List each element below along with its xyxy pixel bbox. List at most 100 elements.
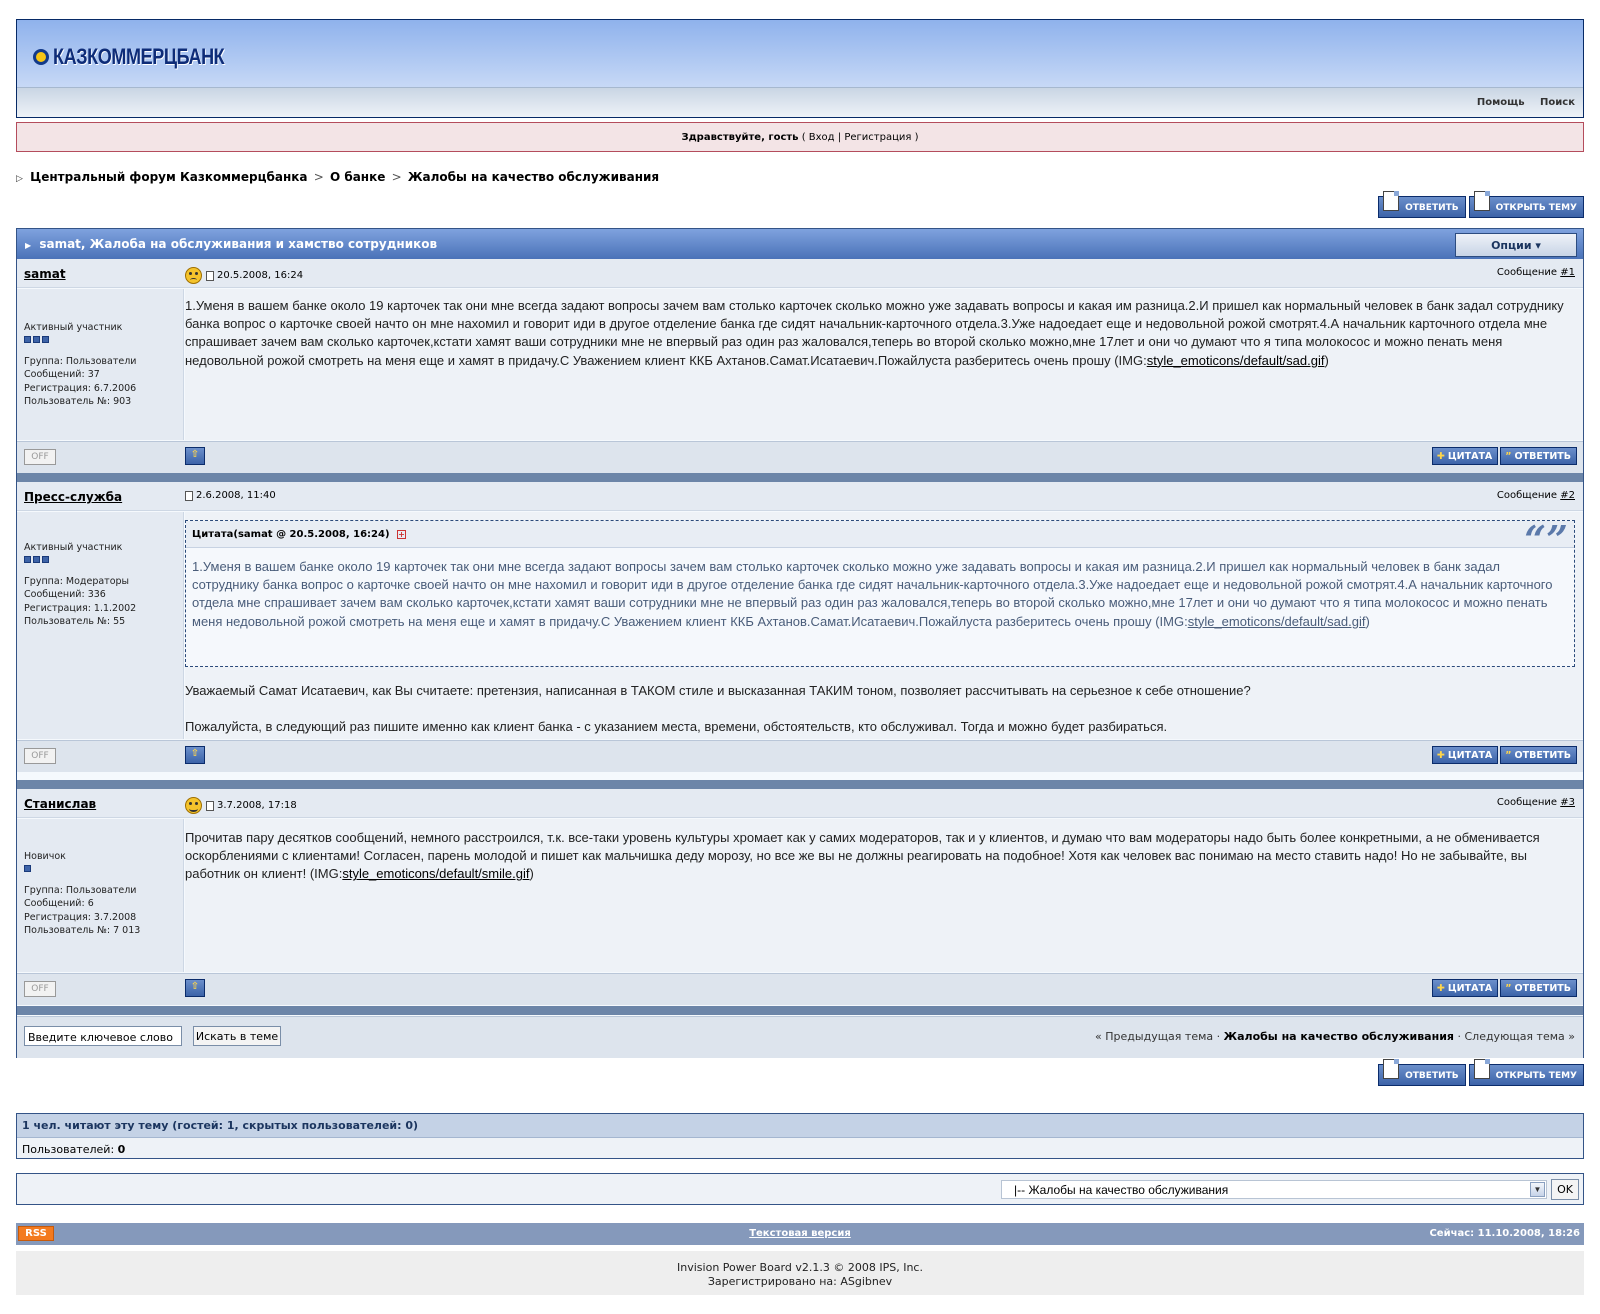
post-paragraph: Пожалуйста, в следующий раз пишите именн… — [185, 719, 1168, 735]
reply-doc-icon — [1383, 191, 1400, 211]
breadcrumb-item-forum[interactable]: Центральный форум Казкоммерцбанка — [30, 170, 307, 184]
breadcrumb-arrow-icon: ▷ — [16, 174, 23, 184]
author-rank: Активный участник — [24, 322, 123, 333]
post-text: 1.Уменя в вашем банке около 19 карточек … — [185, 298, 1564, 368]
readers-body: Пользователей: 0 — [22, 1143, 126, 1156]
copyright: Invision Power Board v2.1.3 © 2008 IPS, … — [16, 1251, 1584, 1295]
keyword-input[interactable] — [24, 1026, 182, 1046]
registered-to: Зарегистрировано на: ASgibnev — [707, 1275, 893, 1288]
reply-button[interactable]: ОТВЕТИТЬ — [1378, 191, 1466, 218]
scroll-top-icon[interactable]: ⇧ — [185, 979, 205, 997]
emoticon-link[interactable]: style_emoticons/default/sad.gif — [1147, 353, 1325, 368]
bottom-buttons: ОТВЕТИТЬ ОТКРЫТЬ ТЕМУ — [1378, 1059, 1584, 1086]
breadcrumb-item-complaints[interactable]: Жалобы на качество обслуживания — [408, 170, 659, 184]
next-topic-link[interactable]: · Следующая тема » — [1457, 1030, 1575, 1043]
copyright-line: Invision Power Board v2.1.3 © 2008 IPS, … — [677, 1261, 923, 1274]
author-registered: Регистрация: 6.7.2006 — [24, 382, 137, 394]
author-rank: Новичок — [24, 851, 66, 862]
top-buttons: ОТВЕТИТЬ ОТКРЫТЬ ТЕМУ — [1378, 191, 1584, 218]
text-version-link[interactable]: Текстовая версия — [749, 1228, 851, 1239]
post-date: 20.5.2008, 16:24 — [185, 267, 303, 284]
search-link[interactable]: Поиск — [1540, 97, 1575, 108]
author-group: Группа: Модераторы — [24, 575, 130, 587]
reply-small-button[interactable]: ” ОТВЕТИТЬ — [1500, 746, 1577, 764]
breadcrumb-item-about[interactable]: О банке — [330, 170, 385, 184]
plus-icon: ✚ — [1436, 451, 1445, 462]
author-user-no: Пользователь №: 903 — [24, 396, 132, 407]
quote-block: Цитата(samat @ 20.5.2008, 16:24) + “” 1.… — [185, 517, 1575, 667]
offline-badge: OFF — [24, 981, 56, 997]
post-header: samat 20.5.2008, 16:24 Сообщение #1 — [17, 259, 1583, 288]
quote-mark-icon: ” — [1505, 451, 1512, 462]
reply-button[interactable]: ОТВЕТИТЬ — [1378, 1059, 1466, 1086]
author-messages: Сообщений: 6 — [24, 898, 94, 909]
author-details: Активный участник Группа: Модераторы Соо… — [24, 541, 136, 629]
logo-text: КАЗКОММЕРЦБАНК — [53, 44, 225, 69]
author-details: Активный участник Группа: Пользователи С… — [24, 321, 136, 409]
prev-topic-link[interactable]: « Предыдущая тема · — [1095, 1030, 1220, 1043]
plus-icon: ✚ — [1436, 983, 1445, 994]
post-3: Станислав 3.7.2008, 17:18 Сообщение #3 Н… — [17, 789, 1583, 1016]
quote-button[interactable]: ✚ ЦИТАТА — [1431, 746, 1499, 764]
help-link[interactable]: Помощь — [1477, 97, 1525, 108]
bank-logo[interactable]: КАЗКОММЕРЦБАНК — [33, 42, 262, 72]
post-number: Сообщение #1 — [1496, 267, 1575, 278]
forum-jump: |-- Жалобы на качество обслуживания ▼ OK — [16, 1173, 1584, 1205]
header-links: Помощь Поиск — [17, 87, 1583, 117]
author-user-no: Пользователь №: 7 013 — [24, 925, 141, 936]
options-button[interactable]: Опции ▾ — [1455, 233, 1577, 257]
reply-small-button[interactable]: ” ОТВЕТИТЬ — [1500, 979, 1577, 997]
guest-greeting: Здравствуйте, гость — [681, 132, 799, 143]
register-link[interactable]: Регистрация — [844, 132, 911, 143]
site-header: КАЗКОММЕРЦБАНК Помощь Поиск — [16, 19, 1584, 118]
post-doc-icon — [206, 270, 214, 281]
scroll-top-icon[interactable]: ⇧ — [185, 746, 205, 764]
post-number-link[interactable]: #2 — [1560, 490, 1575, 501]
new-topic-button[interactable]: ОТКРЫТЬ ТЕМУ — [1468, 1059, 1584, 1086]
post-author-link[interactable]: samat — [24, 267, 66, 281]
rank-pips — [24, 335, 136, 343]
new-topic-button[interactable]: ОТКРЫТЬ ТЕМУ — [1468, 191, 1584, 218]
post-2: Пресс-служба 2.6.2008, 11:40 Сообщение #… — [17, 482, 1583, 788]
guest-bar: Здравствуйте, гость ( Вход | Регистрация… — [16, 122, 1584, 152]
author-details: Новичок Группа: Пользователи Сообщений: … — [24, 850, 140, 938]
post-text: Уважаемый Самат Исатаевич, как Вы считае… — [185, 682, 1577, 736]
author-group: Группа: Пользователи — [24, 884, 137, 896]
topic-title-bar: ▶ samat, Жалоба на обслуживания и хамств… — [17, 229, 1583, 259]
quote-marks-icon: “” — [1524, 517, 1568, 562]
forum-jump-select[interactable]: |-- Жалобы на качество обслуживания ▼ — [1001, 1180, 1547, 1199]
post-author-link[interactable]: Пресс-служба — [24, 490, 122, 504]
logo-mark-icon — [33, 49, 49, 65]
current-topic: Жалобы на качество обслуживания — [1223, 1030, 1454, 1043]
post-number-link[interactable]: #1 — [1560, 267, 1575, 278]
post-divider — [17, 473, 1583, 482]
quote-header: Цитата(samat @ 20.5.2008, 16:24) + “” — [186, 517, 1574, 562]
post-author-link[interactable]: Станислав — [24, 797, 96, 811]
topic-title: samat, Жалоба на обслуживания и хамство … — [39, 237, 438, 251]
quote-button[interactable]: ✚ ЦИТАТА — [1431, 979, 1499, 997]
reply-doc-icon — [1383, 1059, 1400, 1079]
post-footer: OFF ⇧ ✚ ЦИТАТА ” ОТВЕТИТЬ — [17, 441, 1583, 473]
new-topic-doc-icon — [1473, 1059, 1490, 1079]
quote-button[interactable]: ✚ ЦИТАТА — [1431, 447, 1499, 465]
author-messages: Сообщений: 37 — [24, 369, 100, 380]
search-topic-button[interactable]: Искать в теме — [193, 1026, 281, 1046]
post-divider — [17, 1006, 1583, 1015]
footer-bar: RSS Текстовая версия Сейчас: 11.10.2008,… — [16, 1223, 1584, 1245]
quote-jump-icon[interactable]: + — [397, 530, 407, 539]
jump-ok-button[interactable]: OK — [1551, 1179, 1579, 1200]
post-doc-icon — [206, 800, 214, 811]
readers-header: 1 чел. читают эту тему (гостей: 1, скрыт… — [17, 1114, 1583, 1138]
offline-badge: OFF — [24, 449, 56, 465]
chevron-down-icon[interactable]: ▼ — [1530, 1182, 1545, 1197]
post-header: Пресс-служба 2.6.2008, 11:40 Сообщение #… — [17, 482, 1583, 511]
emoticon-link[interactable]: style_emoticons/default/sad.gif — [1188, 614, 1366, 629]
post-number-link[interactable]: #3 — [1560, 797, 1575, 808]
topic-navigation: « Предыдущая тема · Жалобы на качество о… — [1095, 1030, 1575, 1043]
scroll-top-icon[interactable]: ⇧ — [185, 447, 205, 465]
author-registered: Регистрация: 1.1.2002 — [24, 602, 137, 614]
rank-pips — [24, 555, 136, 563]
reply-small-button[interactable]: ” ОТВЕТИТЬ — [1500, 447, 1577, 465]
emoticon-link[interactable]: style_emoticons/default/smile.gif — [342, 866, 529, 881]
login-link[interactable]: Вход — [809, 132, 835, 143]
